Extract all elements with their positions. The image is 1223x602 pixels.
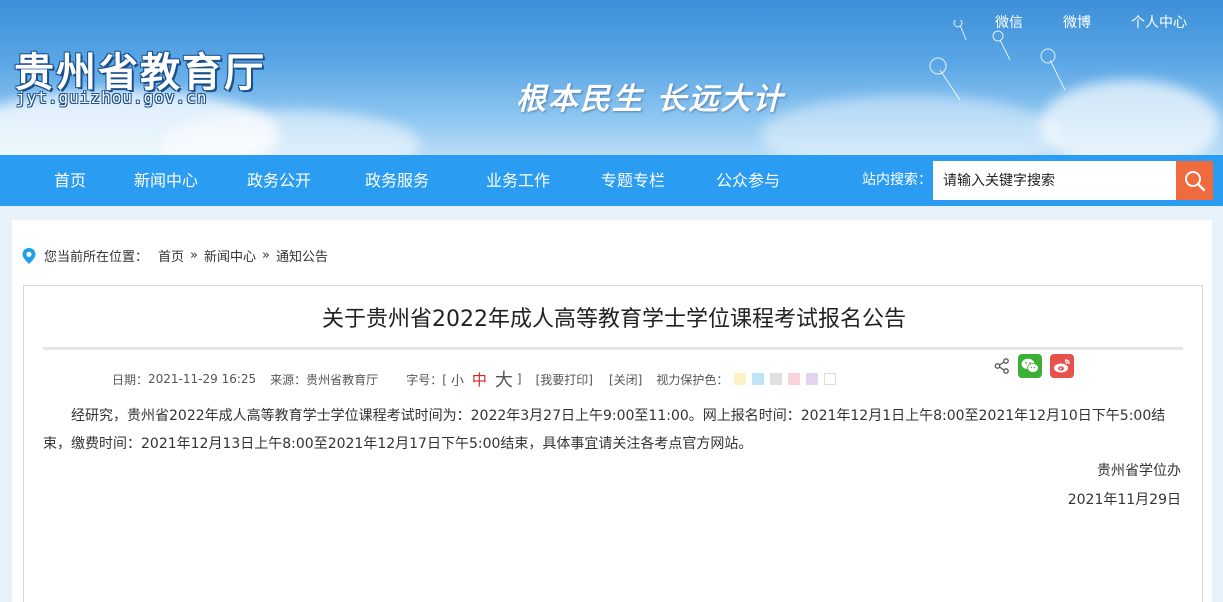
title-divider: [43, 347, 1183, 350]
breadcrumb-prefix: 您当前所在位置：: [44, 250, 149, 265]
breadcrumb-separator: »: [262, 248, 270, 263]
nav-item-special-topics[interactable]: 专题专栏: [601, 155, 665, 206]
date-label: 日期：: [112, 372, 149, 387]
eye-care-swatch-purple[interactable]: [806, 373, 819, 385]
site-domain: jyt.guizhou.gov.cn: [16, 88, 208, 107]
eye-care-swatch-gray[interactable]: [770, 373, 783, 385]
breadcrumb: 您当前所在位置： 首页 » 新闻中心 » 通知公告: [22, 246, 328, 265]
eye-care-swatch-yellow[interactable]: [734, 373, 747, 385]
share-icon[interactable]: [994, 358, 1010, 374]
share-wechat-button[interactable]: [1018, 354, 1042, 378]
nav-item-home[interactable]: 首页: [54, 155, 86, 206]
eye-care-swatch-blue[interactable]: [752, 373, 765, 385]
top-link-weibo[interactable]: 微博: [1063, 12, 1091, 32]
article-title: 关于贵州省2022年成人高等教育学士学位课程考试报名公告: [322, 307, 906, 332]
breadcrumb-item-notices[interactable]: 通知公告: [276, 246, 328, 265]
article-meta: 日期： 2021-11-29 16:25 来源： 贵州省教育厅 字号：[ 小 中…: [112, 366, 842, 392]
nav-item-news-center[interactable]: 新闻中心: [134, 155, 198, 206]
font-size-small-button[interactable]: 小: [451, 370, 464, 389]
font-size-close-bracket: ]: [516, 372, 522, 386]
site-slogan: 根本民生 长远大计: [516, 82, 785, 117]
font-size-medium-button[interactable]: 中: [472, 369, 487, 390]
share-icons: [994, 354, 1074, 378]
top-links: 微信 微博 个人中心: [995, 12, 1187, 32]
eye-care-swatch-pink[interactable]: [788, 373, 801, 385]
nav-item-gov-affairs-open[interactable]: 政务公开: [247, 155, 311, 206]
search-label: 站内搜索：: [862, 172, 932, 188]
top-link-wechat[interactable]: 微信: [995, 12, 1023, 32]
site-header: 贵州省教育厅 jyt.guizhou.gov.cn 根本民生 长远大计 微信 微…: [0, 0, 1223, 155]
breadcrumb-item-home[interactable]: 首页: [158, 246, 184, 265]
article-body: 经研究，贵州省2022年成人高等教育学士学位课程考试时间为：2022年3月27日…: [43, 408, 1166, 452]
nav-item-gov-services[interactable]: 政务服务: [365, 155, 429, 206]
nav-item-public-participation[interactable]: 公众参与: [716, 155, 780, 206]
search-icon: [1184, 170, 1205, 191]
breadcrumb-item-news-center[interactable]: 新闻中心: [204, 246, 256, 265]
source-label: 来源：: [270, 372, 307, 387]
font-size-label: 字号：[: [406, 372, 447, 387]
wechat-icon: [1021, 358, 1039, 373]
share-weibo-button[interactable]: [1050, 354, 1074, 378]
weibo-icon: [1054, 359, 1070, 373]
search-input[interactable]: [933, 161, 1176, 200]
eye-care-swatch-white[interactable]: [824, 373, 837, 385]
article: 关于贵州省2022年成人高等教育学士学位课程考试报名公告 日期： 2021-11…: [23, 285, 1203, 602]
location-pin-icon: [22, 247, 36, 264]
close-button[interactable]: [关闭]: [609, 371, 642, 388]
breadcrumb-separator: »: [190, 248, 198, 263]
article-signature-date: 2021年11月29日: [1067, 492, 1181, 508]
font-size-large-button[interactable]: 大: [495, 366, 513, 392]
article-date: 2021-11-29 16:25: [148, 372, 257, 386]
nav-item-business-work[interactable]: 业务工作: [486, 155, 550, 206]
print-button[interactable]: [我要打印]: [536, 371, 593, 388]
article-source: 贵州省教育厅: [306, 372, 379, 387]
article-signature: 贵州省学位办: [1097, 463, 1181, 479]
eye-care-label: 视力保护色：: [656, 372, 729, 387]
top-link-personal-center[interactable]: 个人中心: [1131, 12, 1187, 32]
dandelion-seeds-decoration: [929, 20, 1066, 101]
search-button[interactable]: [1176, 161, 1213, 200]
